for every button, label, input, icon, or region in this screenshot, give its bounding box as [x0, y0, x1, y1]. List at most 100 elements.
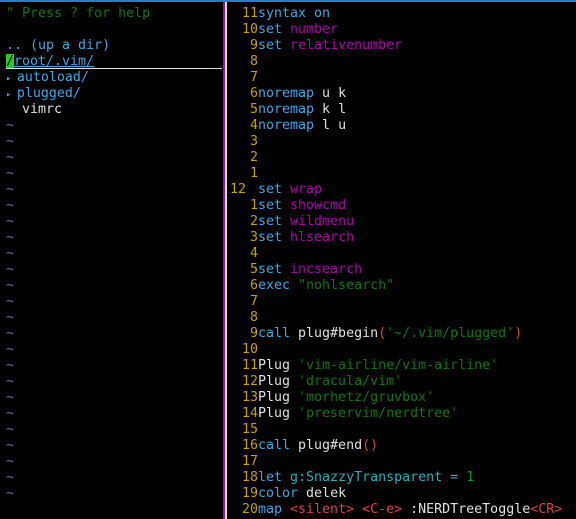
- empty-line-tilde: ~: [6, 310, 15, 325]
- empty-line-tilde: ~: [6, 438, 15, 453]
- code-line[interactable]: 4: [230, 246, 576, 262]
- code-line[interactable]: 2: [230, 150, 576, 166]
- code-token-txt: Plug: [258, 358, 299, 373]
- code-token-txt: Plug: [258, 390, 299, 405]
- code-token-opt: hlsearch: [290, 230, 355, 245]
- line-number: 15: [241, 422, 258, 437]
- code-line[interactable]: 14 Plug 'preservim/nerdtree': [230, 406, 576, 422]
- code-token-txt: u k: [314, 86, 347, 101]
- code-line[interactable]: 11 Plug 'vim-airline/vim-airline': [230, 358, 576, 374]
- code-token-kw: call: [258, 326, 299, 341]
- code-text: call plug#end(): [258, 438, 378, 454]
- code-text: color delek: [258, 486, 346, 502]
- line-number: 3: [249, 134, 258, 149]
- code-line[interactable]: 6 exec "nohlsearch": [230, 278, 576, 294]
- code-text: map <silent> <C-e> :NERDTreeToggle<CR>: [258, 502, 562, 518]
- code-token-red: (: [378, 326, 387, 341]
- code-line[interactable]: 6 noremap u k: [230, 86, 576, 102]
- editor-pane[interactable]: 11 syntax on 10 set number 9 set relativenumb…: [230, 6, 576, 518]
- tree-entry-dir[interactable]: ▸ plugged/: [6, 86, 223, 102]
- code-line[interactable]: 8: [230, 54, 576, 70]
- code-line[interactable]: 10: [230, 342, 576, 358]
- code-token-opt: wildmenu: [290, 214, 355, 229]
- tree-entry-dir[interactable]: ▸ autoload/: [6, 70, 223, 86]
- code-line[interactable]: 7: [230, 70, 576, 86]
- code-text: call plug#begin('~/.vim/plugged'): [258, 326, 522, 342]
- line-number: 7: [249, 70, 258, 85]
- code-token-cyan: g:SnazzyTransparent: [290, 470, 443, 485]
- code-token-red: (): [362, 438, 379, 453]
- code-line[interactable]: 9 call plug#begin('~/.vim/plugged'): [230, 326, 576, 342]
- code-line[interactable]: 12 Plug 'dracula/vim': [230, 374, 576, 390]
- line-number: 5: [249, 102, 258, 117]
- tree-entry-name: autoload/: [16, 70, 89, 85]
- code-line[interactable]: 17: [230, 454, 576, 470]
- empty-line-tilde: ~: [6, 182, 15, 197]
- code-token-txt: Plug: [258, 374, 299, 389]
- code-line[interactable]: 11 syntax on: [230, 6, 576, 22]
- code-text: set relativenumber: [258, 38, 402, 54]
- line-number: 16: [241, 438, 258, 453]
- code-line[interactable]: 4 noremap l u: [230, 118, 576, 134]
- tree-entry-file[interactable]: vimrc: [6, 102, 223, 118]
- code-line[interactable]: 20 map <silent> <C-e> :NERDTreeToggle<CR>: [230, 502, 576, 518]
- triangle-right-icon: ▸: [6, 74, 17, 84]
- code-line[interactable]: 7: [230, 294, 576, 310]
- code-token-red: <CR>: [530, 502, 563, 517]
- up-dir-link[interactable]: .. (up a dir): [6, 38, 223, 54]
- code-line[interactable]: 15: [230, 422, 576, 438]
- line-number: 9: [249, 326, 258, 341]
- code-text: set hlsearch: [258, 230, 354, 246]
- line-number: 13: [241, 390, 258, 405]
- code-line[interactable]: 19 color delek: [230, 486, 576, 502]
- empty-line-tilde: ~: [6, 342, 15, 357]
- nerdtree-pane[interactable]: " Press ? for help .. (up a dir) /root/.…: [6, 6, 223, 502]
- line-number: 14: [241, 406, 258, 421]
- code-line[interactable]: 5 set incsearch: [230, 262, 576, 278]
- code-token-kw: syntax on: [258, 6, 331, 21]
- code-text: set wildmenu: [258, 214, 354, 230]
- empty-line-tilde: ~: [6, 230, 15, 245]
- code-token-kw: set: [258, 38, 291, 53]
- code-line[interactable]: 13 Plug 'morhetz/gruvbox': [230, 390, 576, 406]
- split-divider-line: [225, 2, 227, 519]
- code-token-num: 1: [466, 470, 475, 485]
- code-token-red: <C-e>: [362, 502, 403, 517]
- empty-line-tilde: ~: [6, 406, 15, 421]
- code-text: set number: [258, 22, 338, 38]
- code-line[interactable]: 18 let g:SnazzyTransparent = 1: [230, 470, 576, 486]
- code-text: exec "nohlsearch": [258, 278, 394, 294]
- empty-line-tilde: ~: [6, 278, 15, 293]
- code-line[interactable]: 1: [230, 166, 576, 182]
- code-line[interactable]: 9 set relativenumber: [230, 38, 576, 54]
- line-number: 8: [249, 54, 258, 69]
- code-line[interactable]: 12 set wrap: [230, 182, 576, 198]
- empty-line-tilde: ~: [6, 214, 15, 229]
- code-text: syntax on: [258, 6, 330, 22]
- code-line[interactable]: 3 set hlsearch: [230, 230, 576, 246]
- code-line[interactable]: 8: [230, 310, 576, 326]
- code-token-txt: plug#end: [298, 438, 363, 453]
- code-line[interactable]: 10 set number: [230, 22, 576, 38]
- code-token-kw: set: [258, 214, 291, 229]
- line-number: 6: [249, 86, 258, 101]
- code-token-txt: plug#begin: [298, 326, 379, 341]
- code-line[interactable]: 3: [230, 134, 576, 150]
- code-token-kw: set: [258, 182, 291, 197]
- cursorline-underline: [6, 68, 222, 69]
- code-token-kw: map: [258, 502, 291, 517]
- code-line[interactable]: 2 set wildmenu: [230, 214, 576, 230]
- code-line[interactable]: 16 call plug#end(): [230, 438, 576, 454]
- line-number: 6: [249, 278, 258, 293]
- code-line[interactable]: 5 noremap k l: [230, 102, 576, 118]
- line-number: 1: [249, 198, 258, 213]
- code-text: let g:SnazzyTransparent = 1: [258, 470, 474, 486]
- code-line[interactable]: 1 set showcmd: [230, 198, 576, 214]
- line-number: 2: [249, 214, 258, 229]
- code-token-txt: Plug: [258, 406, 299, 421]
- blank-row: [6, 22, 223, 38]
- empty-line-tilde: ~: [6, 198, 15, 213]
- code-token-kw: noremap: [258, 118, 315, 133]
- line-number: 11: [241, 358, 258, 373]
- code-token-kw: set: [258, 22, 291, 37]
